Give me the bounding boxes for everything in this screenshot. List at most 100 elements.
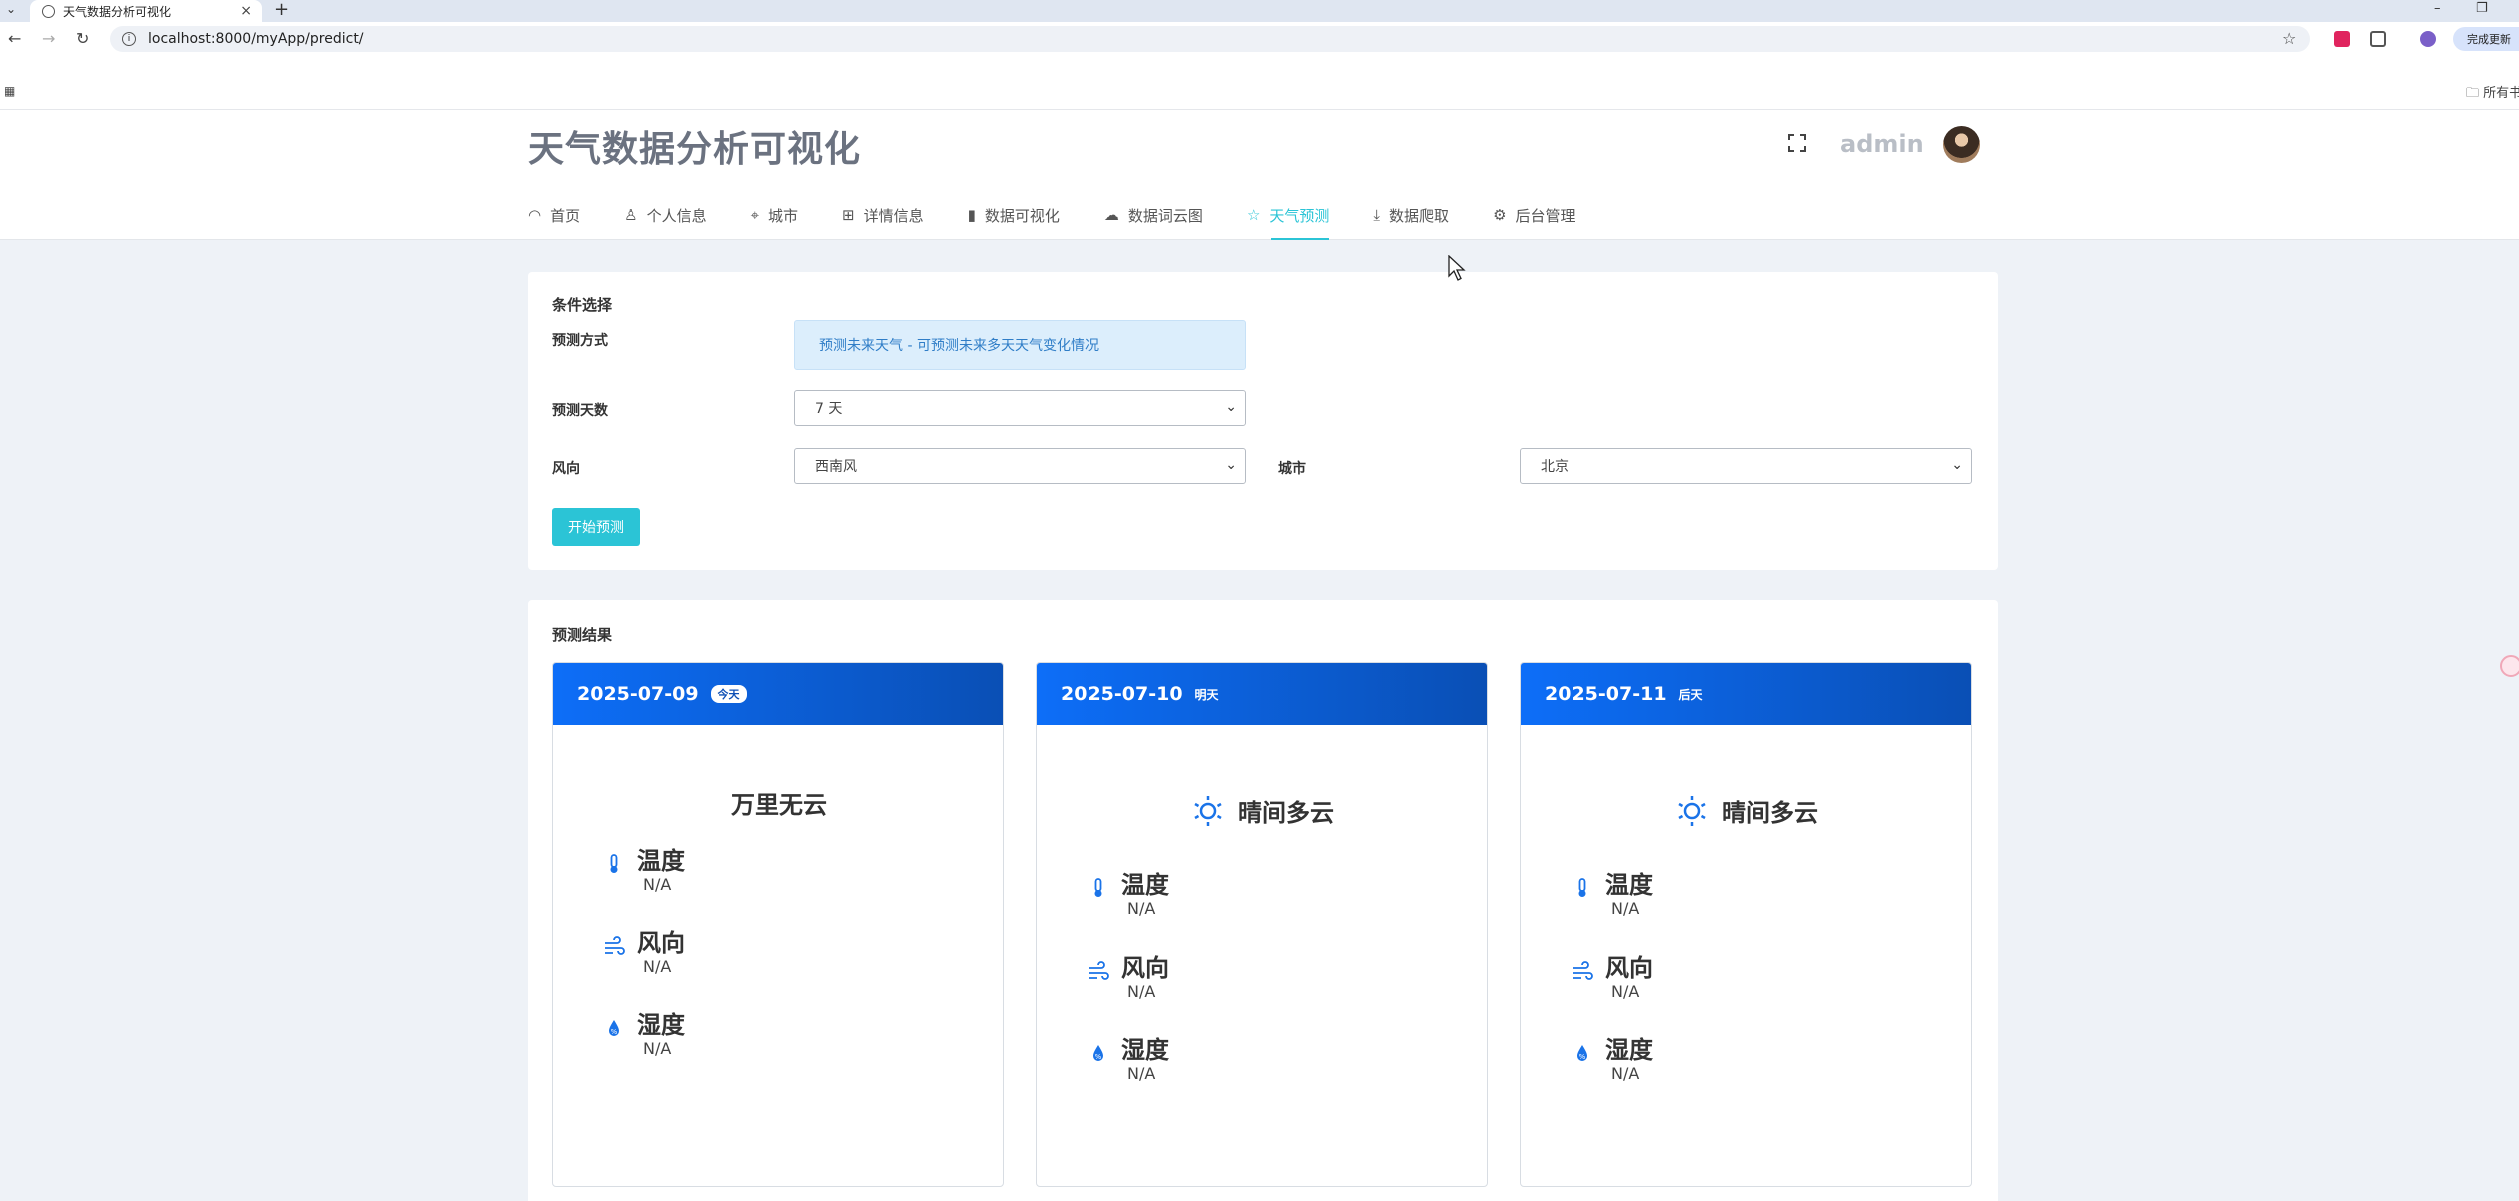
- days-select[interactable]: 7 天 ⌄: [794, 390, 1246, 426]
- day-badge: 后天: [1678, 687, 1703, 702]
- nav-item-admin[interactable]: ⚙ 后台管理: [1493, 190, 1575, 240]
- profile-icon[interactable]: [2420, 31, 2436, 47]
- minimize-icon[interactable]: –: [2434, 0, 2441, 18]
- grid-icon: ⊞: [842, 206, 855, 224]
- app-header: 天气数据分析可视化 admin ◠ 首页 ♙ 个人信息 ⌖ 城市 ⊞ 详情信息 ▮ 数据可…: [0, 110, 2519, 240]
- dashboard-gauge-icon: ◠: [528, 206, 542, 224]
- mouse-cursor-icon: [1448, 255, 1466, 281]
- restore-icon[interactable]: ❐: [2476, 0, 2488, 18]
- extension-icon[interactable]: [2334, 31, 2350, 47]
- temperature-value: N/A: [1127, 899, 1156, 918]
- bookmarks-bar: ▦ 🗀 所有书签: [0, 56, 2519, 110]
- download-icon: ⤓: [1373, 206, 1381, 224]
- wind-value: N/A: [643, 957, 672, 976]
- temperature-label: 温度: [1121, 871, 1169, 899]
- tab-close-icon[interactable]: ×: [240, 3, 252, 19]
- city-label: 城市: [1278, 461, 1306, 477]
- reload-icon[interactable]: ↻: [76, 29, 89, 48]
- weather-condition: 万里无云: [553, 785, 1003, 820]
- droplet-icon: %: [1577, 1045, 1587, 1061]
- fullscreen-icon[interactable]: [1788, 134, 1806, 152]
- nav-label: 数据可视化: [984, 206, 1060, 225]
- nav-item-home[interactable]: ◠ 首页: [528, 190, 580, 240]
- wind-icon: [1089, 961, 1109, 980]
- browser-toolbar: ← → ↻ i localhost:8000/myApp/predict/ ☆ …: [0, 22, 2519, 56]
- method-info-box: 预测未来天气 - 可预测未来多天天气变化情况: [794, 320, 1246, 370]
- nav-label: 数据词云图: [1127, 206, 1203, 225]
- update-label: 完成更新: [2467, 33, 2511, 46]
- thermometer-icon: [1578, 878, 1586, 897]
- puzzle-extensions-icon[interactable]: [2370, 31, 2386, 47]
- wind-label: 风向: [637, 929, 685, 957]
- nav-item-forecast[interactable]: ☆ 天气预测: [1246, 190, 1330, 240]
- temperature-label: 温度: [637, 847, 685, 875]
- droplet-icon: %: [609, 1020, 619, 1036]
- wind-value: N/A: [1611, 982, 1640, 1001]
- forecast-card-header: 2025-07-09 今天: [553, 663, 1003, 725]
- translate-float-icon[interactable]: [2500, 655, 2519, 677]
- chevron-down-icon: ⌄: [1225, 399, 1237, 415]
- wind-value: 西南风: [815, 459, 857, 475]
- sun-cloud-icon: [1678, 795, 1706, 826]
- wind-label: 风向: [1121, 954, 1169, 982]
- method-value: 预测未来天气 - 可预测未来多天天气变化情况: [819, 338, 1099, 354]
- forecast-date: 2025-07-09: [577, 683, 699, 705]
- thermometer-icon: [1094, 878, 1102, 897]
- wind-icon: [1573, 961, 1593, 980]
- address-bar[interactable]: i localhost:8000/myApp/predict/: [110, 26, 2310, 52]
- forecast-card-day-after: 2025-07-11 后天 晴间多云 温度 N/A 风向 N/A % 湿度 N/…: [1520, 662, 1972, 1187]
- nav-item-wordcloud[interactable]: ☁ 数据词云图: [1104, 190, 1203, 240]
- all-bookmarks[interactable]: 🗀 所有书签: [2466, 82, 2519, 106]
- wind-label: 风向: [1605, 954, 1653, 982]
- humidity-label: 湿度: [637, 1011, 685, 1039]
- browser-tab[interactable]: 天气数据分析可视化 ×: [30, 0, 262, 22]
- site-info-icon[interactable]: i: [122, 32, 136, 46]
- weather-condition: 晴间多云: [1037, 793, 1487, 828]
- back-arrow-icon[interactable]: ←: [8, 29, 21, 48]
- avatar[interactable]: [1943, 126, 1980, 163]
- user-icon: ♙: [624, 206, 638, 224]
- nav-item-profile[interactable]: ♙ 个人信息: [624, 190, 706, 240]
- nav-label: 数据爬取: [1389, 206, 1450, 225]
- day-badge: 今天: [710, 685, 747, 703]
- forecast-card-header: 2025-07-11 后天: [1521, 663, 1971, 725]
- apps-grid-icon[interactable]: ▦: [4, 84, 15, 98]
- weather-text: 晴间多云: [1238, 799, 1334, 827]
- update-button[interactable]: 完成更新: [2453, 27, 2519, 51]
- chevron-down-icon: ⌄: [1951, 457, 1963, 473]
- new-tab-plus-icon[interactable]: +: [274, 0, 289, 20]
- nav-label: 城市: [768, 206, 799, 225]
- browser-tab-strip: ⌄ 天气数据分析可视化 × + – ❐: [0, 0, 2519, 22]
- forecast-date: 2025-07-11: [1545, 683, 1667, 705]
- forecast-date: 2025-07-10: [1061, 683, 1183, 705]
- droplet-icon: %: [1093, 1045, 1103, 1061]
- results-card: 预测结果 2025-07-09 今天 万里无云 温度 N/A 风向 N/A % …: [528, 600, 1998, 1201]
- humidity-value: N/A: [1127, 1064, 1156, 1083]
- globe-icon: [42, 4, 55, 18]
- wind-icon: [605, 936, 625, 955]
- url-text: localhost:8000/myApp/predict/: [148, 31, 364, 47]
- forward-arrow-icon[interactable]: →: [42, 29, 55, 48]
- nav-item-crawl[interactable]: ⤓ 数据爬取: [1373, 190, 1449, 240]
- temperature-value: N/A: [643, 875, 672, 894]
- thermometer-icon: [610, 854, 618, 873]
- cloud-icon: ☁: [1103, 206, 1119, 224]
- start-predict-button[interactable]: 开始预测: [552, 508, 640, 546]
- username[interactable]: admin: [1840, 130, 1924, 158]
- nav-item-details[interactable]: ⊞ 详情信息: [842, 190, 924, 240]
- wind-select[interactable]: 西南风 ⌄: [794, 448, 1246, 484]
- star-icon: ☆: [1246, 206, 1261, 224]
- bookmark-star-icon[interactable]: ☆: [2282, 29, 2296, 48]
- sun-cloud-icon: [1194, 795, 1222, 826]
- nav-item-city[interactable]: ⌖ 城市: [751, 190, 798, 240]
- condition-title: 条件选择: [552, 296, 613, 314]
- city-select[interactable]: 北京 ⌄: [1520, 448, 1972, 484]
- svg-text:%: %: [611, 1028, 618, 1036]
- temperature-label: 温度: [1605, 871, 1653, 899]
- main-nav: ◠ 首页 ♙ 个人信息 ⌖ 城市 ⊞ 详情信息 ▮ 数据可视化 ☁ 数据词云图 ☆ 天气预测 …: [528, 190, 1620, 240]
- location-pin-icon: ⌖: [750, 206, 760, 224]
- method-label: 预测方式: [552, 333, 608, 349]
- nav-item-visualization[interactable]: ▮ 数据可视化: [968, 190, 1060, 240]
- humidity-value: N/A: [643, 1039, 672, 1058]
- tab-search-chevron-icon[interactable]: ⌄: [6, 2, 16, 16]
